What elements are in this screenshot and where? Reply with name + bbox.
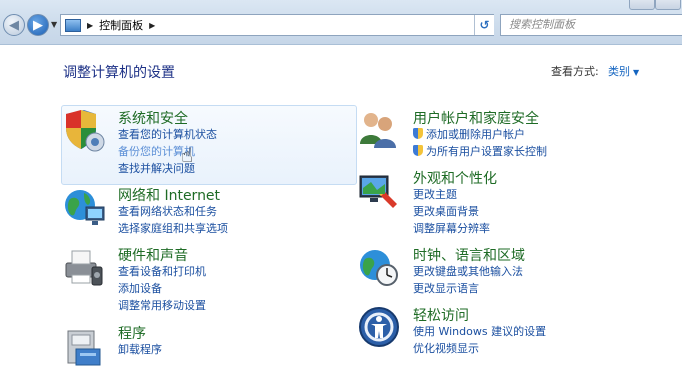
hand-cursor-icon: ☝ [181,143,194,167]
category-title[interactable]: 轻松访问 [413,305,469,325]
view-by-label: 查看方式: [551,65,599,78]
link-view-computer-status[interactable]: 查看您的计算机状态 [118,126,217,143]
link-backup-computer[interactable]: 备份您的计算机 [118,143,217,160]
globe-clock-icon [360,250,398,286]
link-change-theme[interactable]: 更改主题 [413,186,490,203]
link-network-status[interactable]: 查看网络状态和任务 [118,203,228,220]
category-title[interactable]: 程序 [118,323,146,343]
minimize-button[interactable] [629,0,655,10]
uac-shield-icon [413,128,423,139]
category-title[interactable]: 时钟、语言和区域 [413,245,525,265]
maximize-button[interactable] [655,0,681,10]
category-title[interactable]: 用户帐户和家庭安全 [413,108,539,128]
globe-network-icon [65,190,105,225]
link-mobility-settings[interactable]: 调整常用移动设置 [118,297,206,314]
users-icon [360,113,396,148]
page-title: 调整计算机的设置 [63,65,175,81]
refresh-button[interactable]: ↺ [474,15,494,35]
back-button[interactable]: ◀ [3,14,25,36]
link-label: 为所有用户设置家长控制 [426,145,547,158]
link-windows-recommended-settings[interactable]: 使用 Windows 建议的设置 [413,323,546,340]
back-arrow-icon: ◀ [9,17,19,33]
link-uninstall-program[interactable]: 卸载程序 [118,341,162,358]
link-add-remove-accounts[interactable]: 添加或删除用户帐户 [413,126,547,143]
address-bar[interactable]: ▶ 控制面板 ▶ ▼ [60,14,494,36]
link-optimize-video-display[interactable]: 优化视频显示 [413,340,546,357]
chevron-down-icon: ▼ [633,68,640,77]
forward-button[interactable]: ▶ [27,14,49,36]
link-change-keyboard[interactable]: 更改键盘或其他输入法 [413,263,523,280]
navigation-bar: ◀ ▶ ▼ ▶ 控制面板 ▶ ▼ ↺ 搜索控制面板 [0,0,682,45]
link-screen-resolution[interactable]: 调整屏幕分辨率 [413,220,490,237]
recent-pages-dropdown-icon[interactable]: ▼ [51,20,57,29]
programs-box-icon [67,330,101,366]
uac-shield-icon [413,145,423,156]
breadcrumb-separator-icon[interactable]: ▶ [149,21,155,30]
link-label: 添加或删除用户帐户 [426,128,525,141]
view-by-value: 类别 [608,65,630,78]
category-title[interactable]: 外观和个性化 [413,168,497,188]
link-change-background[interactable]: 更改桌面背景 [413,203,490,220]
link-troubleshoot[interactable]: 查找并解决问题 [118,160,217,177]
refresh-icon: ↺ [479,18,490,32]
breadcrumb-control-panel[interactable]: 控制面板 [99,17,143,33]
view-by-dropdown[interactable]: 类别 ▼ [608,63,639,79]
printer-icon [65,250,103,286]
monitor-paint-icon [359,175,397,208]
category-title[interactable]: 网络和 Internet [118,185,220,205]
shield-icon [66,110,105,152]
link-homegroup-sharing[interactable]: 选择家庭组和共享选项 [118,220,228,237]
forward-arrow-icon: ▶ [33,17,43,33]
category-title[interactable]: 系统和安全 [118,108,188,128]
link-change-display-language[interactable]: 更改显示语言 [413,280,523,297]
search-input[interactable]: 搜索控制面板 [500,14,682,36]
link-parental-controls[interactable]: 为所有用户设置家长控制 [413,143,547,160]
ease-of-access-icon [359,307,399,347]
breadcrumb-separator-icon[interactable]: ▶ [87,21,93,30]
link-devices-printers[interactable]: 查看设备和打印机 [118,263,206,280]
category-title[interactable]: 硬件和声音 [118,245,188,265]
link-add-device[interactable]: 添加设备 [118,280,206,297]
control-panel-icon [65,18,81,32]
